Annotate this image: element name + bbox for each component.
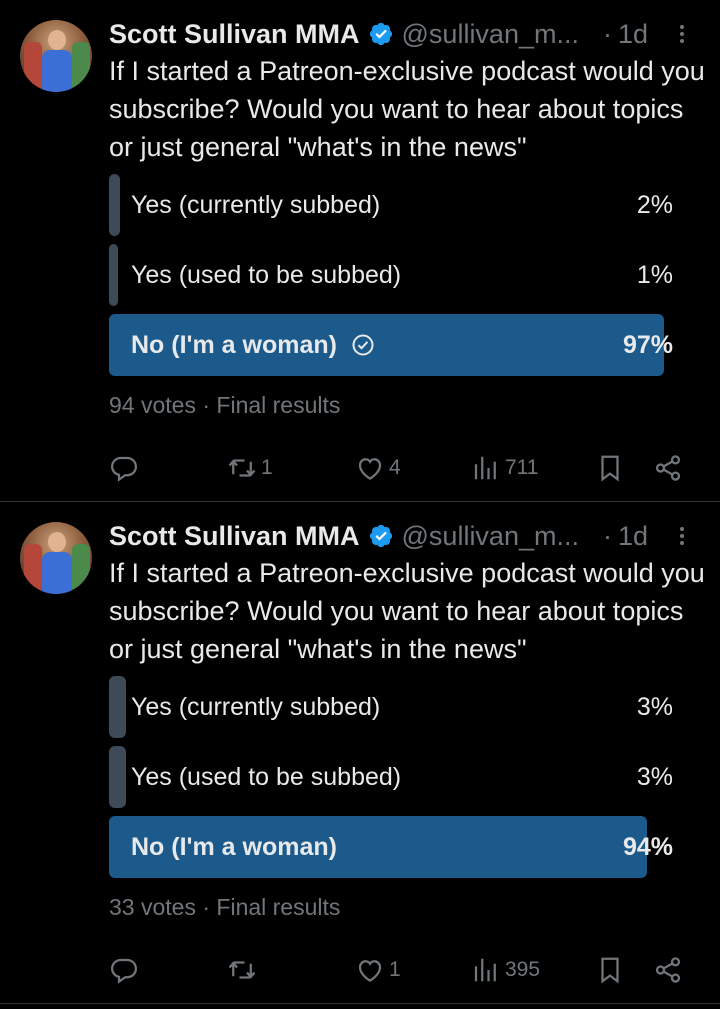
repost-icon bbox=[228, 459, 256, 477]
poll-status: Final results bbox=[216, 894, 341, 920]
poll-option-bar bbox=[109, 746, 127, 808]
share-button[interactable] bbox=[653, 448, 683, 488]
poll-option: No (I'm a woman) 97% bbox=[109, 314, 681, 376]
poll-option-percent: 94% bbox=[622, 833, 673, 861]
action-bar: 1 395 bbox=[109, 950, 689, 990]
repost-icon bbox=[228, 961, 256, 979]
poll-meta: 33 votes · Final results bbox=[109, 894, 340, 921]
poll-option-label: Yes (currently subbed) bbox=[131, 693, 381, 721]
timeline-feed: Scott Sullivan MMA @sullivan_m... · 1d I… bbox=[0, 0, 720, 1004]
tweet[interactable]: Scott Sullivan MMA @sullivan_m... · 1d I… bbox=[0, 502, 720, 1004]
poll-option: Yes (currently subbed) 3% bbox=[109, 676, 681, 738]
poll-option-percent: 97% bbox=[622, 331, 673, 359]
action-bar: 1 4 711 bbox=[109, 448, 689, 488]
timestamp[interactable]: 1d bbox=[618, 521, 648, 552]
vote-count: 94 votes bbox=[109, 392, 196, 418]
share-icon bbox=[655, 957, 681, 983]
like-button[interactable]: 4 bbox=[355, 448, 401, 488]
share-button[interactable] bbox=[653, 950, 683, 990]
verified-badge-icon bbox=[369, 22, 392, 46]
like-icon bbox=[358, 458, 382, 480]
poll-option-percent: 2% bbox=[636, 191, 673, 219]
poll-option: Yes (used to be subbed) 1% bbox=[109, 244, 681, 306]
poll-option-percent: 1% bbox=[636, 261, 673, 289]
tweet-header: Scott Sullivan MMA @sullivan_m... · 1d bbox=[109, 14, 700, 54]
author-handle[interactable]: @sullivan_m... bbox=[402, 19, 579, 50]
like-count: 1 bbox=[389, 958, 401, 981]
poll-option-label: No (I'm a woman) bbox=[131, 833, 337, 861]
view-count: 711 bbox=[505, 456, 539, 479]
repost-button[interactable] bbox=[227, 950, 261, 990]
poll-option-label: Yes (used to be subbed) bbox=[131, 261, 402, 289]
poll-option: Yes (used to be subbed) 3% bbox=[109, 746, 681, 808]
reply-icon bbox=[110, 958, 138, 984]
separator-dot: · bbox=[602, 520, 612, 551]
share-icon bbox=[655, 455, 681, 481]
separator-dot: · bbox=[602, 18, 612, 49]
reply-button[interactable] bbox=[109, 448, 143, 488]
voted-check-icon bbox=[352, 334, 374, 356]
poll-option-label: Yes (used to be subbed) bbox=[131, 763, 402, 791]
poll-option-label-wrap: No (I'm a woman) bbox=[131, 314, 375, 376]
poll-option-percent: 3% bbox=[636, 763, 673, 791]
author-name[interactable]: Scott Sullivan MMA bbox=[109, 19, 360, 50]
bookmark-button[interactable] bbox=[595, 448, 625, 488]
reply-icon bbox=[110, 456, 138, 482]
author-name[interactable]: Scott Sullivan MMA bbox=[109, 521, 360, 552]
bookmark-button[interactable] bbox=[595, 950, 625, 990]
verified-badge-icon bbox=[369, 524, 392, 548]
views-icon bbox=[474, 456, 496, 480]
bookmark-icon bbox=[601, 957, 619, 984]
tweet-text: If I started a Patreon-exclusive podcast… bbox=[109, 56, 705, 162]
like-icon bbox=[358, 960, 382, 982]
poll: Yes (currently subbed) 3% Yes (used to b… bbox=[109, 676, 681, 886]
poll-option: No (I'm a woman) 94% bbox=[109, 816, 681, 878]
views-button[interactable]: 395 bbox=[471, 950, 540, 990]
views-icon bbox=[474, 958, 496, 982]
like-button[interactable]: 1 bbox=[355, 950, 401, 990]
tweet-header: Scott Sullivan MMA @sullivan_m... · 1d bbox=[109, 516, 700, 556]
vote-count: 33 votes bbox=[109, 894, 196, 920]
more-icon[interactable] bbox=[670, 22, 694, 46]
separator-dot: · bbox=[202, 894, 211, 920]
poll-meta: 94 votes · Final results bbox=[109, 392, 340, 419]
poll-option-label: Yes (currently subbed) bbox=[131, 191, 381, 219]
separator-dot: · bbox=[202, 392, 211, 418]
repost-button[interactable]: 1 bbox=[227, 448, 273, 488]
avatar[interactable] bbox=[20, 522, 92, 594]
tweet[interactable]: Scott Sullivan MMA @sullivan_m... · 1d I… bbox=[0, 0, 720, 502]
tweet-text: If I started a Patreon-exclusive podcast… bbox=[109, 558, 705, 664]
timestamp[interactable]: 1d bbox=[618, 19, 648, 50]
more-icon[interactable] bbox=[670, 524, 694, 548]
poll-status: Final results bbox=[216, 392, 341, 418]
poll-option-label: No (I'm a woman) bbox=[131, 331, 337, 359]
bookmark-icon bbox=[601, 455, 619, 482]
poll-option-percent: 3% bbox=[636, 693, 673, 721]
author-handle[interactable]: @sullivan_m... bbox=[402, 521, 579, 552]
poll-option: Yes (currently subbed) 2% bbox=[109, 174, 681, 236]
avatar[interactable] bbox=[20, 20, 92, 92]
repost-count: 1 bbox=[261, 456, 273, 479]
view-count: 395 bbox=[505, 958, 541, 981]
poll-option-bar bbox=[109, 244, 118, 306]
like-count: 4 bbox=[389, 456, 401, 479]
poll-option-bar bbox=[109, 174, 121, 236]
views-button[interactable]: 711 bbox=[471, 448, 538, 488]
poll-option-bar bbox=[109, 676, 127, 738]
poll: Yes (currently subbed) 2% Yes (used to b… bbox=[109, 174, 681, 384]
reply-button[interactable] bbox=[109, 950, 143, 990]
